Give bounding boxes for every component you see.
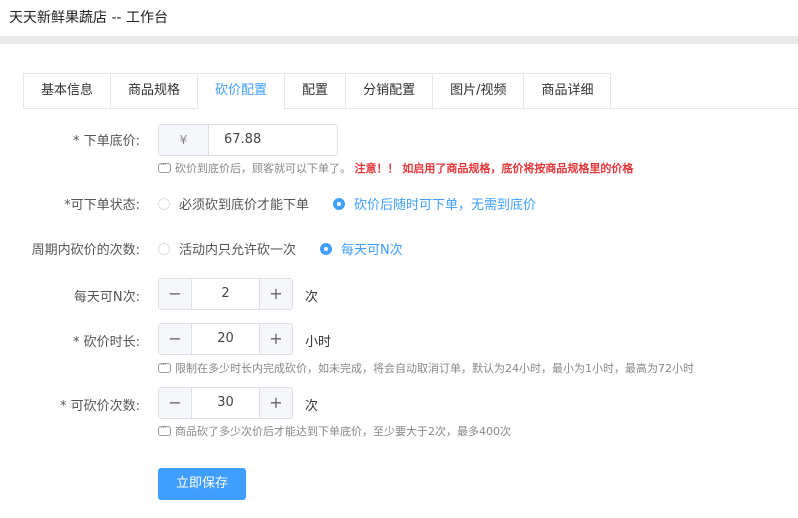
- tab-distribution-config[interactable]: 分销配置: [346, 74, 434, 109]
- radio-circle-checked: [333, 197, 345, 210]
- duration-hint: 限制在多少时长内完成砍价，如未完成，将会自动取消订单，默认为24小时，最小为1小…: [158, 358, 694, 376]
- tab-bar: 基本信息 商品规格 砍价配置 配置 分销配置 图片/视频 商品详细: [23, 73, 612, 110]
- cut-times-stepper[interactable]: − 30 +: [158, 387, 293, 419]
- minus-icon[interactable]: −: [159, 388, 192, 418]
- plus-icon[interactable]: +: [259, 388, 292, 418]
- tab-image-video[interactable]: 图片/视频: [433, 74, 525, 109]
- min-price-hint: 砍价到底价后，顾客就可以下单了。 注意！！ 如启用了商品规格，底价将按商品规格里…: [158, 158, 634, 176]
- save-button[interactable]: 立即保存: [158, 468, 246, 500]
- duration-value[interactable]: 20: [192, 324, 259, 354]
- plus-icon[interactable]: +: [259, 279, 292, 309]
- radio-order-anytime[interactable]: 砍价后随时可下单，无需到底价: [333, 194, 536, 213]
- tab-underline: [23, 108, 798, 109]
- radio-circle: [158, 242, 170, 255]
- tab-product-spec[interactable]: 商品规格: [111, 74, 199, 109]
- min-price-input[interactable]: ¥ 67.88: [158, 124, 338, 156]
- cut-times-value[interactable]: 30: [192, 388, 259, 418]
- order-status-label: *可下单状态:: [64, 198, 140, 213]
- daily-n-unit: 次: [305, 290, 319, 305]
- info-bubble-icon: [158, 421, 171, 436]
- daily-n-stepper[interactable]: − 2 +: [158, 278, 293, 310]
- minus-icon[interactable]: −: [159, 324, 192, 354]
- cut-times-label: * 可砍价次数:: [59, 399, 140, 414]
- header-divider: [0, 36, 798, 44]
- duration-label: * 砍价时长:: [72, 335, 140, 350]
- minus-icon[interactable]: −: [159, 279, 192, 309]
- info-bubble-icon: [158, 158, 171, 173]
- tab-basic-info[interactable]: 基本信息: [24, 74, 112, 109]
- tab-product-detail[interactable]: 商品详细: [524, 74, 612, 109]
- page-title: 天天新鲜果蔬店 -- 工作台: [9, 10, 169, 26]
- cut-times-unit: 次: [305, 399, 319, 414]
- radio-n-times-daily[interactable]: 每天可N次: [320, 239, 403, 258]
- tab-config[interactable]: 配置: [285, 74, 347, 109]
- min-price-warning: 注意！！ 如启用了商品规格，底价将按商品规格里的价格: [354, 162, 634, 175]
- duration-stepper[interactable]: − 20 +: [158, 323, 293, 355]
- min-price-label: * 下单底价:: [72, 134, 140, 149]
- daily-n-label: 每天可N次:: [73, 290, 140, 305]
- currency-prefix: ¥: [159, 125, 209, 155]
- plus-icon[interactable]: +: [259, 324, 292, 354]
- radio-once-per-activity[interactable]: 活动内只允许砍一次: [158, 239, 296, 258]
- daily-n-value[interactable]: 2: [192, 279, 259, 309]
- min-price-value[interactable]: 67.88: [209, 125, 337, 155]
- radio-circle-checked: [320, 242, 332, 255]
- cycle-count-label: 周期内砍价的次数:: [31, 243, 140, 258]
- radio-circle: [158, 197, 170, 210]
- top-bar: 天天新鲜果蔬店 -- 工作台: [0, 0, 798, 36]
- cut-times-hint: 商品砍了多少次价后才能达到下单底价，至少要大于2次，最多400次: [158, 421, 511, 439]
- radio-must-reach-min[interactable]: 必须砍到底价才能下单: [158, 194, 309, 213]
- tab-bargain-config[interactable]: 砍价配置: [198, 74, 286, 110]
- duration-unit: 小时: [305, 335, 332, 350]
- info-bubble-icon: [158, 358, 171, 373]
